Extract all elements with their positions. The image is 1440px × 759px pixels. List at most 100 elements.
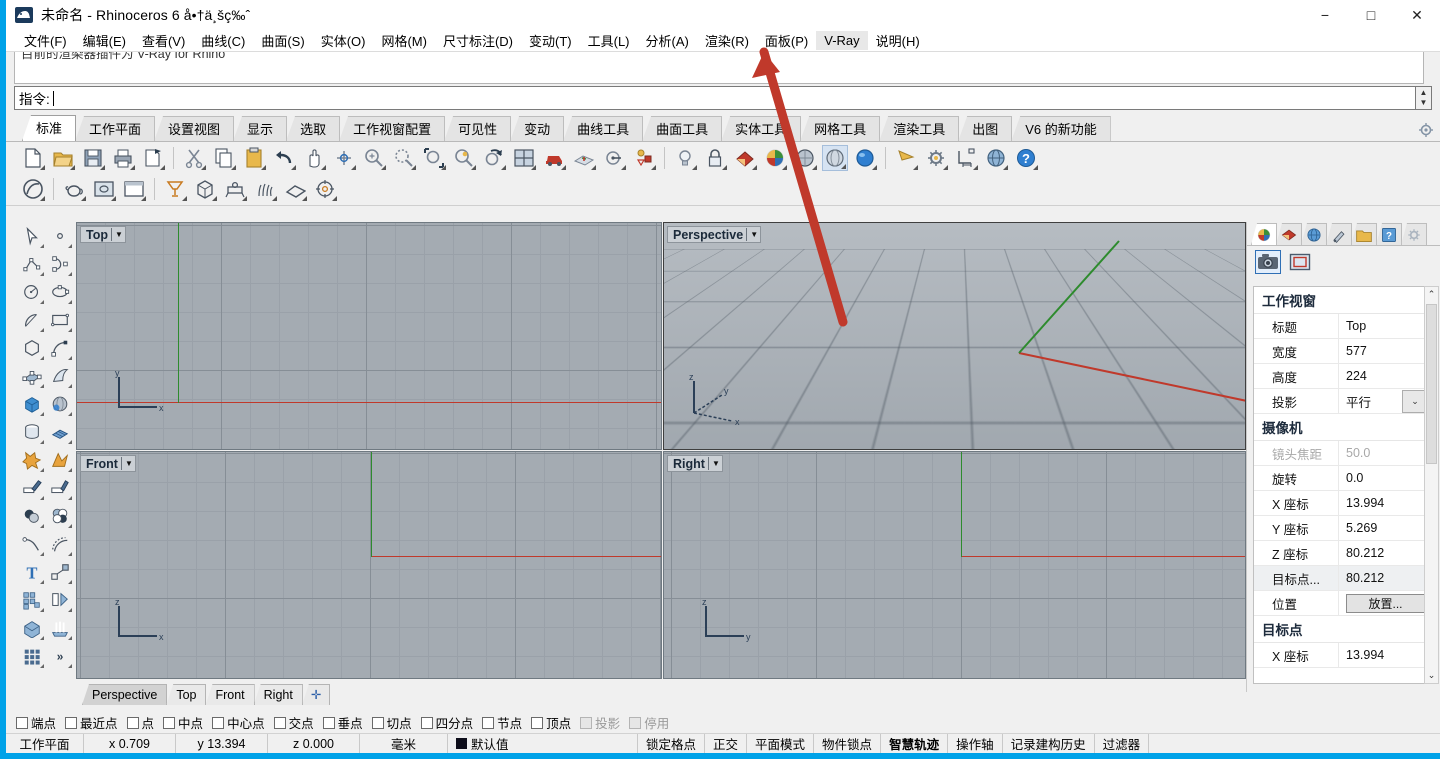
- ribbon-tab-1[interactable]: 工作平面: [75, 116, 156, 141]
- status-toggle-2[interactable]: 平面模式: [747, 734, 815, 753]
- viewport-label-right[interactable]: Right ▼: [667, 455, 723, 472]
- extrude-icon[interactable]: [18, 614, 46, 642]
- scroll-down-icon[interactable]: ⌄: [1425, 670, 1438, 681]
- viewport-tab-0[interactable]: Perspective: [82, 684, 168, 705]
- flyout-corner-icon[interactable]: [40, 468, 44, 472]
- curve-control-icon[interactable]: [46, 334, 74, 362]
- panel-gear-icon[interactable]: [1401, 223, 1427, 245]
- render-window-icon[interactable]: [91, 176, 117, 202]
- save-as-image-icon[interactable]: [140, 145, 166, 171]
- status-toggle-0[interactable]: 锁定格点: [638, 734, 706, 753]
- command-input-spinner[interactable]: ▲ ▼: [1416, 86, 1432, 110]
- open-file-icon[interactable]: [50, 145, 76, 171]
- cylinder-icon[interactable]: [18, 418, 46, 446]
- flyout-corner-icon[interactable]: [40, 412, 44, 416]
- material-icon[interactable]: [732, 145, 758, 171]
- osnap-6[interactable]: 垂点: [322, 713, 363, 732]
- property-row[interactable]: 镜头焦距 50.0: [1254, 441, 1428, 466]
- flyout-corner-icon[interactable]: [68, 664, 72, 668]
- osnap-9[interactable]: 节点: [482, 713, 522, 732]
- array-icon[interactable]: [18, 586, 46, 614]
- command-scroll-down-icon[interactable]: ▼: [1416, 99, 1431, 107]
- menu-item-11[interactable]: 渲染(R): [697, 29, 757, 52]
- layer-panel-icon[interactable]: [1276, 223, 1302, 245]
- named-view-icon[interactable]: [601, 145, 627, 171]
- flyout-corner-icon[interactable]: [40, 164, 45, 170]
- four-viewport-icon[interactable]: [511, 145, 537, 171]
- polyline-icon[interactable]: [18, 250, 46, 278]
- menu-item-0[interactable]: 文件(F): [16, 29, 75, 52]
- ribbon-tab-14[interactable]: V6 的新功能: [1011, 116, 1111, 141]
- flyout-corner-icon[interactable]: [782, 164, 787, 170]
- property-value[interactable]: 224: [1339, 364, 1428, 388]
- boolean-diff-icon[interactable]: [18, 502, 46, 530]
- mirror-icon[interactable]: [46, 586, 74, 614]
- split-icon[interactable]: [46, 474, 74, 502]
- flyout-corner-icon[interactable]: [381, 164, 386, 170]
- minimize-button[interactable]: −: [1302, 0, 1348, 30]
- flyout-corner-icon[interactable]: [160, 164, 165, 170]
- property-row[interactable]: 位置 放置...: [1254, 591, 1428, 616]
- flyout-corner-icon[interactable]: [471, 164, 476, 170]
- flyout-corner-icon[interactable]: [68, 580, 72, 584]
- flyout-corner-icon[interactable]: [68, 636, 72, 640]
- ghosted-icon[interactable]: [822, 144, 848, 171]
- curve-interp-icon[interactable]: [46, 250, 74, 278]
- chevron-down-icon[interactable]: ▼: [712, 459, 720, 468]
- flyout-corner-icon[interactable]: [212, 196, 217, 201]
- flyout-corner-icon[interactable]: [261, 164, 266, 170]
- gear-icon[interactable]: [1418, 122, 1434, 138]
- property-row[interactable]: Z 座标 80.212: [1254, 541, 1428, 566]
- vray-proxy-icon[interactable]: [222, 176, 248, 202]
- vray-target-icon[interactable]: [312, 176, 338, 202]
- flyout-corner-icon[interactable]: [40, 440, 44, 444]
- rotate-view-icon[interactable]: [331, 145, 357, 171]
- grid-array-icon[interactable]: [18, 642, 46, 670]
- flyout-corner-icon[interactable]: [40, 272, 44, 276]
- flyout-corner-icon[interactable]: [332, 196, 337, 201]
- property-value[interactable]: 13.994: [1339, 643, 1428, 667]
- flyout-corner-icon[interactable]: [1003, 164, 1008, 170]
- checkbox[interactable]: [322, 716, 335, 729]
- viewport-perspective[interactable]: z y x Perspective ▼: [663, 222, 1246, 450]
- flyout-corner-icon[interactable]: [40, 524, 44, 528]
- flyout-corner-icon[interactable]: [40, 580, 44, 584]
- flyout-corner-icon[interactable]: [40, 384, 44, 388]
- flyout-corner-icon[interactable]: [40, 636, 44, 640]
- flyout-corner-icon[interactable]: [841, 163, 846, 169]
- zoom-icon[interactable]: [361, 145, 387, 171]
- menu-item-14[interactable]: 说明(H): [868, 29, 928, 52]
- zoom-window-icon[interactable]: [421, 145, 447, 171]
- menu-item-9[interactable]: 工具(L): [580, 29, 638, 52]
- flyout-corner-icon[interactable]: [231, 164, 236, 170]
- checkbox[interactable]: [65, 716, 78, 729]
- property-row[interactable]: 投影 平行 ⌄: [1254, 389, 1428, 414]
- flyout-corner-icon[interactable]: [812, 164, 817, 170]
- flyout-corner-icon[interactable]: [651, 164, 656, 170]
- flyout-corner-icon[interactable]: [68, 524, 72, 528]
- scroll-up-icon[interactable]: ⌃: [1425, 289, 1438, 300]
- ribbon-tab-12[interactable]: 渲染工具: [879, 116, 960, 141]
- flyout-corner-icon[interactable]: [411, 164, 416, 170]
- folder-icon[interactable]: [1351, 223, 1377, 245]
- lock-icon[interactable]: [702, 145, 728, 171]
- close-button[interactable]: ✕: [1394, 0, 1440, 30]
- arc-icon[interactable]: [18, 306, 46, 334]
- ribbon-tab-8[interactable]: 曲线工具: [563, 116, 644, 141]
- material-brush-icon[interactable]: [1326, 223, 1352, 245]
- ribbon-tab-10[interactable]: 实体工具: [721, 116, 802, 141]
- menu-item-3[interactable]: 曲线(C): [193, 29, 253, 52]
- viewport-label-top[interactable]: Top ▼: [80, 226, 126, 243]
- menu-item-13[interactable]: V-Ray: [816, 31, 868, 50]
- checkbox[interactable]: [212, 716, 225, 729]
- menu-item-5[interactable]: 实体(O): [313, 29, 374, 52]
- osnap-4[interactable]: 中心点: [212, 713, 265, 732]
- flyout-corner-icon[interactable]: [752, 164, 757, 170]
- checkbox[interactable]: [482, 716, 495, 729]
- flyout-corner-icon[interactable]: [68, 412, 72, 416]
- viewport-tab-1[interactable]: Top: [166, 684, 207, 705]
- viewport-front[interactable]: z x Front ▼: [76, 451, 662, 679]
- chevron-down-icon[interactable]: ▼: [750, 230, 758, 239]
- flyout-corner-icon[interactable]: [68, 328, 72, 332]
- polygon-icon[interactable]: [18, 334, 46, 362]
